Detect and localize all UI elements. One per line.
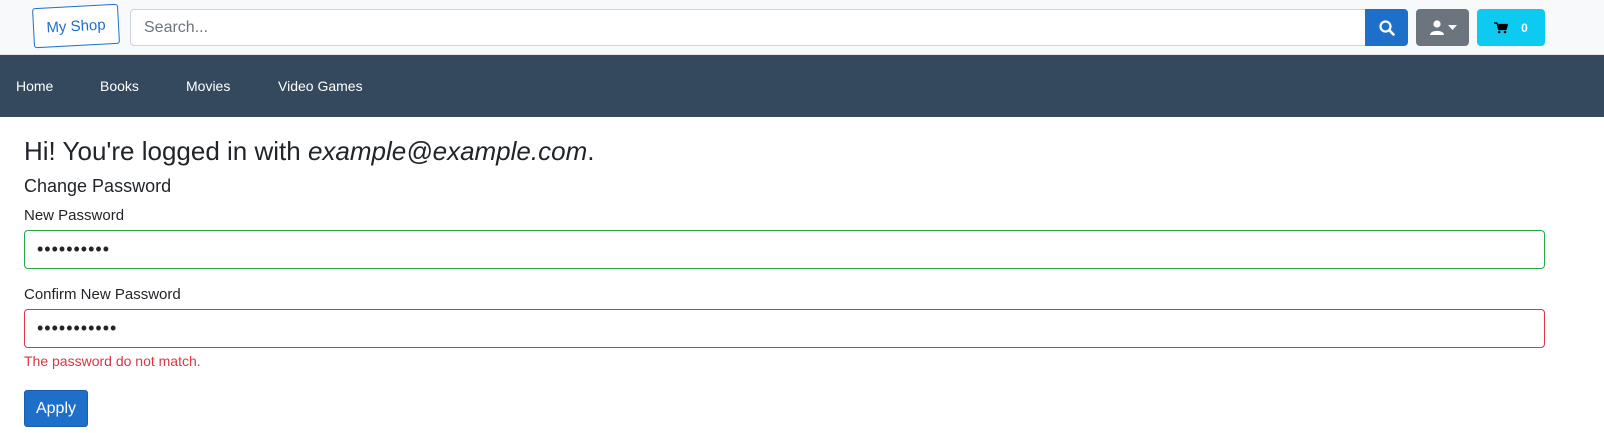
password-error-message: The password do not match. (24, 353, 201, 369)
confirm-password-field[interactable] (24, 309, 1545, 348)
user-email: example@example.com (307, 136, 588, 166)
cart-count-badge: 0 (1521, 20, 1528, 35)
greeting-suffix: . (587, 136, 595, 166)
user-icon (1429, 20, 1444, 35)
greeting-text: Hi! You're logged in with (24, 136, 308, 166)
nav-item-movies[interactable]: Movies (186, 55, 230, 117)
user-menu-button[interactable] (1416, 9, 1469, 46)
apply-button[interactable]: Apply (24, 390, 88, 427)
section-title: Change Password (24, 176, 172, 196)
confirm-password-label: Confirm New Password (24, 286, 181, 303)
top-bar: My Shop 0 (0, 0, 1604, 55)
search-input[interactable] (130, 9, 1366, 46)
search-icon (1378, 19, 1395, 36)
page-title: Hi! You're logged in with example@exampl… (24, 135, 1544, 167)
search-button[interactable] (1365, 9, 1408, 46)
cart-button[interactable]: 0 (1477, 9, 1545, 46)
new-password-field[interactable] (24, 230, 1545, 269)
nav-item-video-games[interactable]: Video Games (278, 55, 363, 117)
caret-down-icon (1447, 24, 1457, 30)
new-password-label: New Password (24, 207, 125, 224)
main-content: Hi! You're logged in with example@exampl… (24, 117, 1545, 427)
shop-logo[interactable]: My Shop (32, 3, 120, 49)
shopping-cart-icon (1494, 21, 1509, 33)
main-navigation: Home Books Movies Video Games (0, 55, 1604, 117)
nav-item-home[interactable]: Home (16, 55, 53, 117)
nav-item-books[interactable]: Books (100, 55, 139, 117)
